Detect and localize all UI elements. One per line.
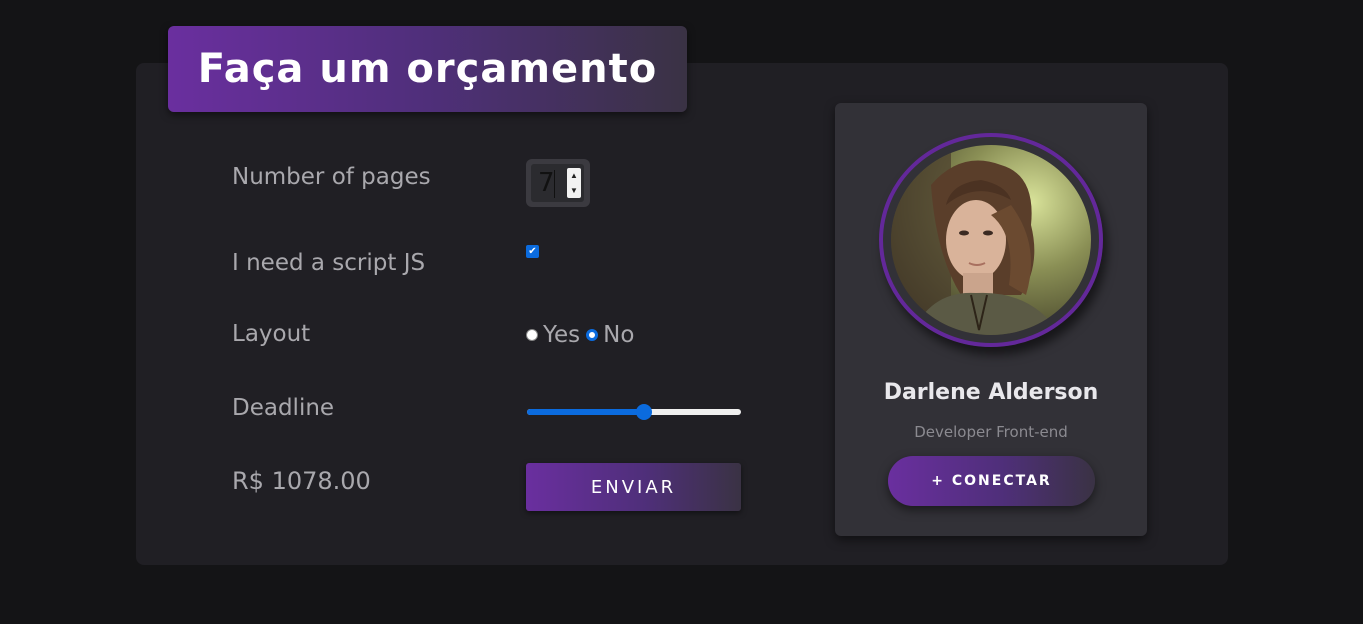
spinner-up-icon[interactable]: ▲ <box>567 168 581 183</box>
layout-option-no-label: No <box>603 322 635 348</box>
script-label: I need a script JS <box>232 250 426 276</box>
profile-card: Darlene Alderson Developer Front-end + C… <box>835 103 1147 536</box>
profile-role: Developer Front-end <box>914 423 1068 441</box>
page-title: Faça um orçamento <box>197 46 658 92</box>
spinner-down-icon[interactable]: ▼ <box>567 183 581 198</box>
deadline-label: Deadline <box>232 395 335 421</box>
text-caret <box>554 170 555 198</box>
profile-name: Darlene Alderson <box>883 380 1099 405</box>
script-checkbox[interactable]: ✔ <box>526 245 539 258</box>
title-banner: Faça um orçamento <box>168 26 687 112</box>
pages-spinner[interactable]: ▲ ▼ <box>567 168 581 198</box>
avatar <box>891 145 1091 335</box>
checkmark-icon: ✔ <box>528 246 537 257</box>
connect-button[interactable]: + CONECTAR <box>888 456 1095 506</box>
layout-radio-yes[interactable] <box>526 329 538 341</box>
layout-label: Layout <box>232 321 311 347</box>
slider-fill <box>527 409 644 415</box>
layout-radio-group: Yes No <box>526 322 640 348</box>
pages-input-box[interactable]: 7 ▲ ▼ <box>531 164 584 202</box>
layout-option-yes-label: Yes <box>543 322 581 348</box>
avatar-photo <box>891 145 1091 335</box>
send-button[interactable]: ENVIAR <box>526 463 741 511</box>
layout-radio-no[interactable] <box>586 329 599 341</box>
price-total: R$ 1078.00 <box>232 467 371 495</box>
pages-label: Number of pages <box>232 164 431 190</box>
deadline-slider[interactable] <box>527 404 741 420</box>
pages-number-input[interactable]: 7 ▲ ▼ <box>526 159 590 207</box>
slider-thumb[interactable] <box>636 404 652 420</box>
pages-input-value: 7 <box>538 168 555 198</box>
avatar-ring <box>879 133 1103 347</box>
